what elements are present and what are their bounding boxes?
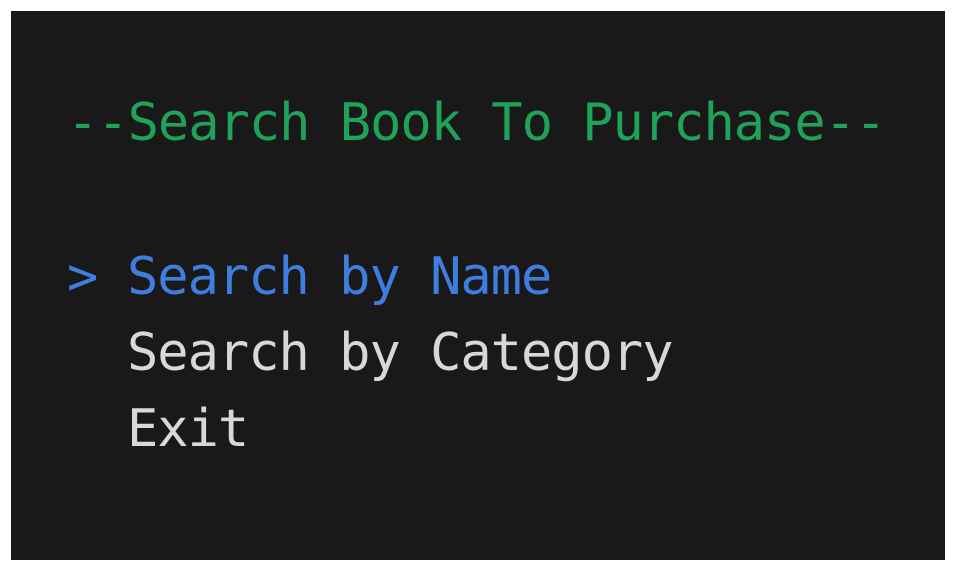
menu-list: > Search by Name Search by Category Exit xyxy=(67,239,674,467)
menu-item-search-by-name[interactable]: > Search by Name xyxy=(67,239,673,315)
menu-item-search-by-category[interactable]: Search by Category xyxy=(67,315,674,391)
menu-title: --Search Book To Purchase-- xyxy=(67,93,886,153)
terminal-window: --Search Book To Purchase-- > Search by … xyxy=(11,11,945,560)
menu-item-label: Search by Name xyxy=(127,247,552,307)
menu-item-label: Exit xyxy=(127,399,249,459)
menu-item-exit[interactable]: Exit xyxy=(67,391,673,467)
menu-item-label: Search by Category xyxy=(127,323,674,383)
selection-cursor-icon: > xyxy=(67,247,98,307)
